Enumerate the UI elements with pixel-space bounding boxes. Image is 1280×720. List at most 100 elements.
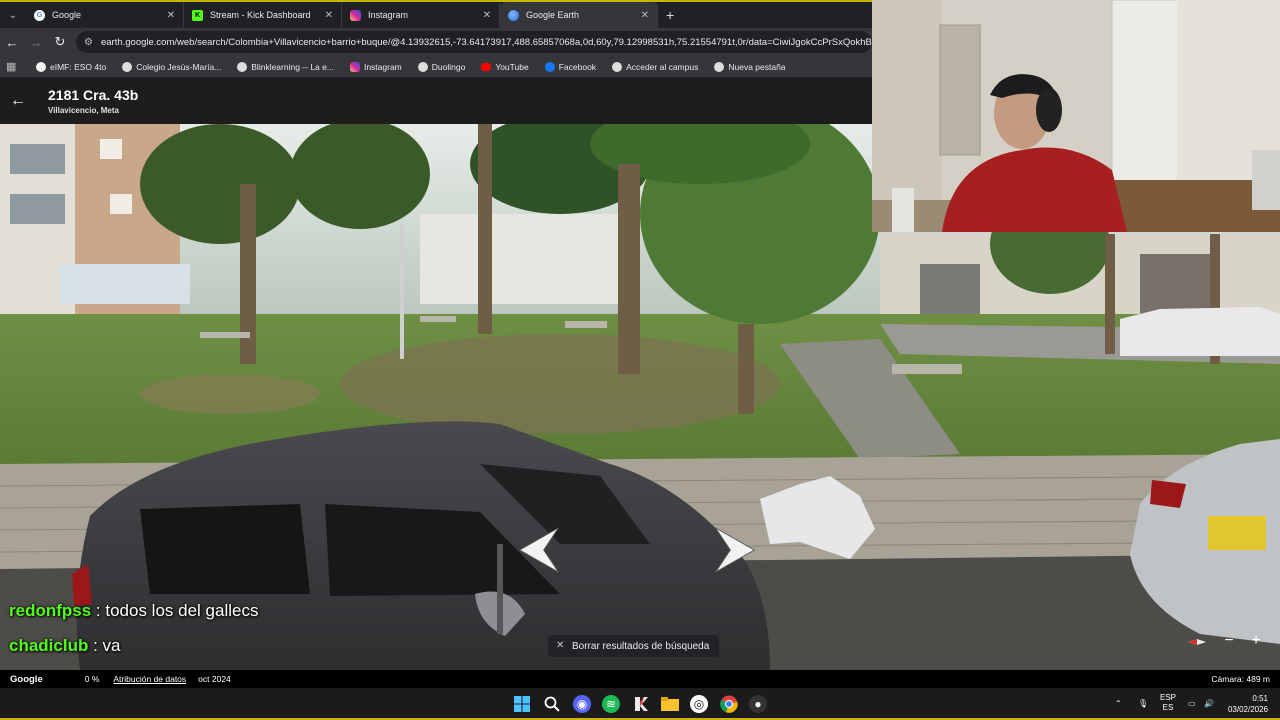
- tab-google[interactable]: G Google ✕: [26, 2, 184, 28]
- tab-search-menu-icon[interactable]: ⌄: [0, 2, 26, 28]
- globe-icon: [612, 61, 623, 72]
- bookmark-instagram[interactable]: Instagram: [344, 61, 408, 72]
- tab-google-earth[interactable]: Google Earth ✕: [500, 2, 658, 28]
- bookmark-label: Instagram: [363, 61, 402, 72]
- instagram-favicon-icon: [350, 9, 361, 21]
- bookmark-label: Facebook: [558, 61, 597, 72]
- forward-arrow-icon[interactable]: →: [24, 35, 48, 50]
- bookmark-nueva-pestana[interactable]: Nueva pestaña: [708, 61, 791, 72]
- bookmark-label: Acceder al campus: [626, 61, 699, 72]
- file-explorer-icon[interactable]: [661, 695, 679, 713]
- apps-grid-icon[interactable]: ▦: [6, 60, 26, 73]
- tab-kick-dashboard[interactable]: K Stream - Kick Dashboard ✕: [184, 2, 342, 28]
- chat-message: redonfpss : todos los del gallecs: [9, 601, 258, 621]
- back-arrow-icon[interactable]: ←: [10, 92, 26, 110]
- lang-code: ESP: [1160, 693, 1177, 702]
- chat-message: chadiclub : va: [9, 636, 121, 656]
- google-logo: Google: [10, 673, 43, 685]
- chrome-icon[interactable]: [720, 695, 738, 713]
- bookmarks-bar: ▦ eIMF: ESO 4to Colegio Jesús-María... B…: [0, 56, 872, 78]
- bookmark-blinklearning[interactable]: Blinklearning -- La e...: [231, 61, 340, 72]
- tab-label: Google: [52, 10, 82, 20]
- globe-icon: [237, 61, 248, 72]
- network-icon[interactable]: ▭: [1188, 688, 1196, 718]
- language-indicator[interactable]: ESP ES: [1160, 688, 1176, 718]
- clear-icon: ✕: [556, 640, 565, 651]
- clock-date: 03/02/2026: [1227, 705, 1268, 714]
- clear-search-results-button[interactable]: ✕ Borrar resultados de búsqueda: [548, 635, 720, 657]
- close-icon[interactable]: ✕: [641, 10, 649, 21]
- microphone-icon[interactable]: 🎙: [1138, 688, 1148, 718]
- app-notification-icon[interactable]: ●: [749, 695, 767, 713]
- windows-taskbar: ◉ ≋ ◎ ● ⌃ 🎙 ESP ES ▭ 🔊 0:51 03/02/2026: [0, 688, 1280, 720]
- bookmark-label: Colegio Jesús-María...: [136, 61, 222, 72]
- location-address: 2181 Cra. 43b: [48, 87, 139, 103]
- back-arrow-icon[interactable]: ←: [0, 35, 24, 50]
- discord-icon[interactable]: ◉: [573, 695, 591, 713]
- url-omnibox[interactable]: ⚙ earth.google.com/web/search/Colombia+V…: [76, 31, 872, 53]
- bookmark-label: Blinklearning -- La e...: [251, 61, 334, 72]
- url-text: earth.google.com/web/search/Colombia+Vil…: [100, 36, 872, 48]
- street-view-right-arrow-icon[interactable]: [710, 524, 758, 576]
- bookmark-eimf[interactable]: eIMF: ESO 4to: [30, 61, 112, 72]
- reload-icon[interactable]: ↻: [48, 34, 72, 50]
- instagram-icon: [349, 61, 360, 72]
- obs-icon[interactable]: ◎: [690, 695, 708, 713]
- close-icon[interactable]: ✕: [325, 10, 333, 21]
- tab-label: Google Earth: [526, 10, 580, 20]
- google-favicon-icon: G: [34, 9, 45, 21]
- compass-icon[interactable]: [1188, 637, 1206, 647]
- imagery-date: oct 2024: [198, 674, 231, 684]
- close-icon[interactable]: ✕: [483, 10, 491, 21]
- close-icon[interactable]: ✕: [167, 10, 175, 21]
- tab-instagram[interactable]: Instagram ✕: [342, 2, 500, 28]
- system-clock[interactable]: 0:51 03/02/2026: [1228, 693, 1268, 715]
- tray-overflow-icon[interactable]: ⌃: [1115, 688, 1122, 718]
- globe-icon: [36, 61, 46, 72]
- bookmark-colegio[interactable]: Colegio Jesús-María...: [116, 61, 227, 72]
- chat-username: redonfpss: [9, 601, 92, 620]
- globe-icon: [417, 61, 428, 72]
- youtube-icon: [481, 62, 492, 71]
- webcam-image: [872, 0, 1280, 232]
- spotify-icon[interactable]: ≋: [602, 695, 620, 713]
- tab-label: Stream - Kick Dashboard: [210, 10, 311, 20]
- bookmark-label: eIMF: ESO 4to: [50, 61, 107, 72]
- bookmark-duolingo[interactable]: Duolingo: [412, 61, 472, 72]
- kick-favicon-icon: K: [192, 9, 203, 21]
- clock-time: 0:51: [1252, 694, 1268, 703]
- bookmark-label: Nueva pestaña: [728, 61, 786, 72]
- windows-start-icon[interactable]: [513, 695, 531, 713]
- zoom-out-button[interactable]: −: [1219, 632, 1239, 650]
- webcam-overlay: [872, 0, 1280, 232]
- volume-icon[interactable]: 🔊: [1204, 688, 1214, 718]
- address-bar-row: ← → ↻ ⚙ earth.google.com/web/search/Colo…: [0, 28, 872, 56]
- zoom-in-button[interactable]: +: [1246, 632, 1266, 650]
- camera-altitude: Cámara: 489 m: [1211, 674, 1270, 684]
- chat-text: : todos los del gallecs: [95, 601, 259, 620]
- street-view-left-arrow-icon[interactable]: [516, 524, 564, 576]
- lang-region: ES: [1162, 703, 1174, 712]
- earth-status-bar: Google 0 % Atribución de datos oct 2024 …: [0, 670, 1280, 688]
- location-city: Villavicencio, Meta: [48, 106, 119, 115]
- bookmark-label: YouTube: [495, 61, 529, 72]
- google-earth-favicon-icon: [508, 9, 519, 21]
- data-attribution-link[interactable]: Atribución de datos: [113, 674, 186, 684]
- new-tab-plus-icon[interactable]: +: [666, 7, 674, 23]
- clear-search-label: Borrar resultados de búsqueda: [572, 640, 710, 652]
- kick-app-icon[interactable]: [632, 695, 650, 713]
- search-icon[interactable]: [543, 695, 561, 713]
- bookmark-label: Duolingo: [431, 61, 466, 72]
- chat-text: : va: [93, 636, 121, 655]
- earth-location-header: ← 2181 Cra. 43b Villavicencio, Meta: [0, 78, 872, 124]
- bookmark-campus[interactable]: Acceder al campus: [606, 61, 704, 72]
- facebook-icon: [544, 61, 555, 72]
- globe-icon: [122, 61, 133, 72]
- screen: ⌄ G Google ✕ K Stream - Kick Dashboard ✕…: [0, 0, 1280, 720]
- globe-icon: [714, 61, 725, 72]
- browser-tab-bar: ⌄ G Google ✕ K Stream - Kick Dashboard ✕…: [0, 0, 872, 28]
- tab-label: Instagram: [368, 10, 409, 20]
- site-info-icon[interactable]: ⚙: [84, 37, 93, 48]
- bookmark-facebook[interactable]: Facebook: [539, 61, 602, 72]
- bookmark-youtube[interactable]: YouTube: [475, 62, 534, 72]
